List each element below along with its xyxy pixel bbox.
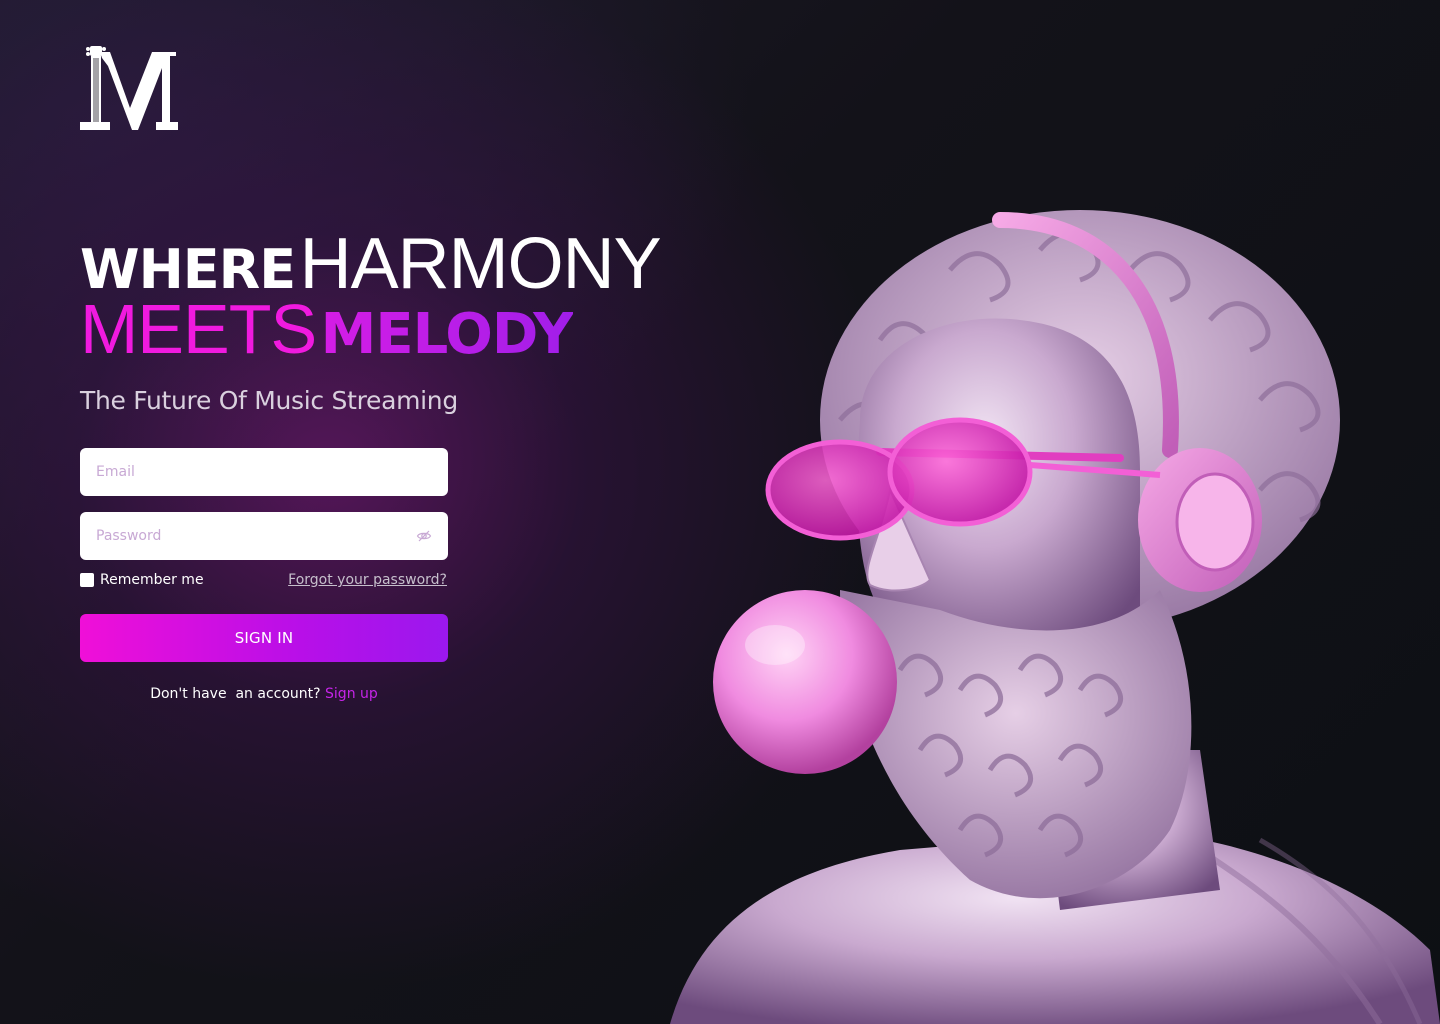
- checkbox-box[interactable]: [80, 573, 94, 587]
- email-field-container: [80, 448, 448, 496]
- login-page: WHERE HARMONY MEETS MELODY The Future Of…: [0, 0, 1440, 1024]
- remember-me-checkbox[interactable]: Remember me: [80, 572, 204, 588]
- forgot-password-link[interactable]: Forgot your password?: [288, 572, 447, 588]
- eye-off-icon[interactable]: [416, 528, 432, 544]
- hero-subtitle: The Future Of Music Streaming: [80, 386, 458, 415]
- password-field-container: [80, 512, 448, 560]
- sign-in-button[interactable]: SIGN IN: [80, 614, 448, 662]
- signup-prompt: Don't have an account? Sign up: [80, 686, 448, 702]
- password-input[interactable]: [80, 512, 448, 560]
- guitar-m-logo-icon: [80, 46, 178, 130]
- headline-word-harmony: HARMONY: [299, 224, 662, 304]
- headline-word-meets: MEETS: [80, 290, 317, 368]
- headline-word-melody: MELODY: [320, 302, 574, 367]
- sign-up-link[interactable]: Sign up: [325, 686, 378, 702]
- signup-prompt-text: Don't have an account?: [150, 686, 326, 702]
- remember-me-label: Remember me: [100, 572, 204, 588]
- statue-headphones-bubblegum-illustration: [670, 210, 1440, 1024]
- email-input[interactable]: [80, 448, 448, 496]
